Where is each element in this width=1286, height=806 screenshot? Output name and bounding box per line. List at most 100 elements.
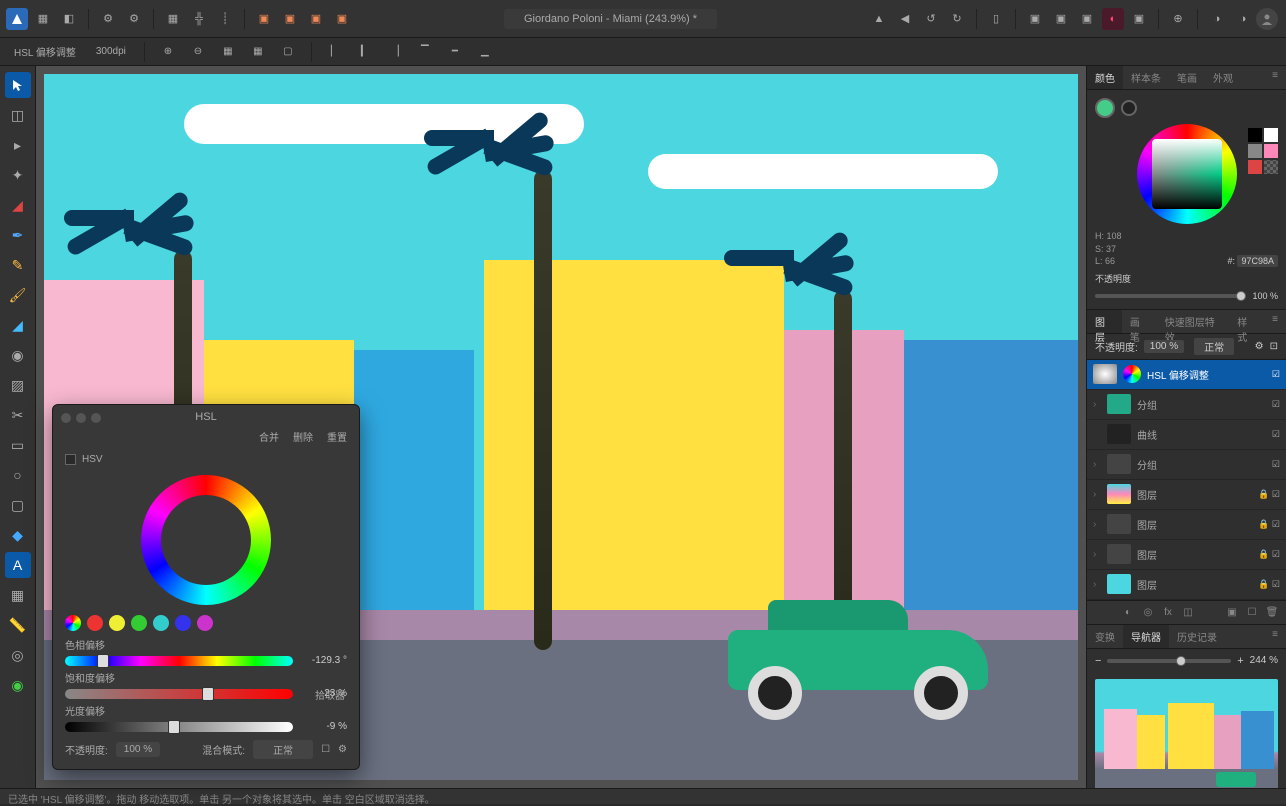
tab-navigator[interactable]: 导航器 [1123,625,1169,648]
tab-layers[interactable]: 图层 [1087,310,1122,333]
stroke-swatch-icon[interactable] [1121,100,1137,116]
tab-styles[interactable]: 样式 [1229,310,1264,333]
align-icon[interactable]: ▯ [985,8,1007,30]
hue-cyan-swatch[interactable] [153,615,169,631]
hue-slider[interactable] [65,656,293,666]
align-right-icon[interactable]: ▕ [384,41,406,63]
layer-row[interactable]: ›图层🔒 ☑ [1087,540,1286,570]
crop-tool[interactable]: ✂ [5,402,31,428]
zoom-value[interactable]: 244 % [1250,655,1278,666]
hsl-opacity-value[interactable]: 100 % [116,742,160,757]
text-tool[interactable]: A [5,552,31,578]
shape-tool[interactable]: ◆ [5,522,31,548]
minimize-icon[interactable] [76,413,86,423]
luminosity-slider[interactable] [65,722,293,732]
guides-icon[interactable]: ┊ [214,8,236,30]
visibility-icon[interactable]: ☑ [1272,369,1280,380]
arrange-back-icon[interactable]: ▣ [253,8,275,30]
brush-tool[interactable]: 🖌 [5,282,31,308]
saturation-slider[interactable] [65,689,293,699]
hsl-blend-select[interactable]: 正常 [253,740,313,759]
flip-h-icon[interactable]: ▲ [868,8,890,30]
pencil-tool[interactable]: ✎ [5,252,31,278]
add-layer-icon[interactable]: ☐ [1244,604,1260,620]
zoom-slider[interactable] [1107,659,1231,663]
hsl-color-wheel[interactable] [141,475,271,605]
hue-blue-swatch[interactable] [175,615,191,631]
delete-button[interactable]: 删除 [293,429,313,444]
hsv-checkbox[interactable] [65,454,76,465]
rotate-cw-icon[interactable]: ↻ [946,8,968,30]
file-icon[interactable]: ◧ [58,8,80,30]
zoom-in-icon[interactable]: + [1237,655,1243,667]
swatch-pink[interactable] [1264,144,1278,158]
merge-button[interactable]: 合并 [259,429,279,444]
insert-icon[interactable]: ⊕ [1167,8,1189,30]
ruler-tool[interactable]: 📏 [5,612,31,638]
corner-tool[interactable]: ◢ [5,192,31,218]
zoom-out-icon[interactable]: − [1095,655,1101,667]
layers-menu-icon[interactable]: ≡ [1264,310,1286,333]
swatch-white[interactable] [1264,128,1278,142]
opacity-value[interactable]: 100 % [1252,291,1278,301]
view2-icon[interactable]: ◑ [1232,8,1254,30]
flip-v-icon[interactable]: ◀ [894,8,916,30]
tab-appearance[interactable]: 外观 [1205,66,1241,89]
reset-button[interactable]: 重置 [327,429,347,444]
ctx-icon-1[interactable]: ⊕ [157,41,179,63]
eyedropper-tool[interactable]: ◎ [5,642,31,668]
tab-transform[interactable]: 变换 [1087,625,1123,648]
maximize-icon[interactable] [91,413,101,423]
pen-tool[interactable]: ✒ [5,222,31,248]
snap-icon[interactable]: ▦ [162,8,184,30]
align-left-icon[interactable]: ▏ [324,41,346,63]
tab-stroke[interactable]: 笔画 [1169,66,1205,89]
ellipse-tool[interactable]: ○ [5,462,31,488]
tab-color[interactable]: 颜色 [1087,66,1123,89]
selection-tool[interactable]: ◫ [5,102,31,128]
navigator-preview[interactable] [1095,679,1278,799]
swatch-none[interactable] [1264,160,1278,174]
boolean-xor-icon[interactable]: ◐ [1102,8,1124,30]
tab-history[interactable]: 历史记录 [1169,625,1225,648]
layer-row[interactable]: ›图层🔒 ☑ [1087,510,1286,540]
arrange-backward-icon[interactable]: ▣ [279,8,301,30]
swatch-gray[interactable] [1248,144,1262,158]
persona-icon[interactable]: ▦ [32,8,54,30]
tab-effects[interactable]: 快速图层特效 [1157,310,1230,333]
layer-row[interactable]: ›分组☑ [1087,450,1286,480]
arrange-front-icon[interactable]: ▣ [331,8,353,30]
grid-icon[interactable]: ╬ [188,8,210,30]
align-middle-icon[interactable]: ━ [444,41,466,63]
settings-icon[interactable]: ⚙ [97,8,119,30]
point-transform-tool[interactable]: ✦ [5,162,31,188]
layer-row[interactable]: HSL 偏移调整 ☑ [1087,360,1286,390]
tab-swatches[interactable]: 样本条 [1123,66,1169,89]
hue-value[interactable]: -129.3 ° [301,655,347,666]
boolean-divide-icon[interactable]: ▣ [1128,8,1150,30]
layer-opacity-value[interactable]: 100 % [1144,340,1184,353]
mask-icon[interactable]: ◎ [1140,604,1156,620]
hsl-options-icon[interactable]: ☐ [321,744,330,755]
align-top-icon[interactable]: ▔ [414,41,436,63]
layer-row[interactable]: ›图层🔒 ☑ [1087,480,1286,510]
move-tool[interactable] [5,72,31,98]
user-avatar-icon[interactable] [1256,8,1278,30]
hue-master-swatch[interactable] [65,615,81,631]
align-center-icon[interactable]: ▎ [354,41,376,63]
fill-tool[interactable]: ◢ [5,312,31,338]
view1-icon[interactable]: ◑ [1206,8,1228,30]
layer-row[interactable]: ›分组☑ [1087,390,1286,420]
merge-icon[interactable]: ▣ [1224,604,1240,620]
nav-menu-icon[interactable]: ≡ [1264,625,1286,648]
hue-magenta-swatch[interactable] [197,615,213,631]
delete-layer-icon[interactable]: 🗑 [1264,604,1280,620]
artboard-tool[interactable]: ▦ [5,582,31,608]
layer-row[interactable]: ›图层🔒 ☑ [1087,570,1286,600]
ctx-icon-5[interactable]: ▢ [277,41,299,63]
swatch-black[interactable] [1248,128,1262,142]
color-wheel[interactable] [1137,124,1237,224]
boolean-add-icon[interactable]: ▣ [1024,8,1046,30]
hue-red-swatch[interactable] [87,615,103,631]
swatch-red[interactable] [1248,160,1262,174]
